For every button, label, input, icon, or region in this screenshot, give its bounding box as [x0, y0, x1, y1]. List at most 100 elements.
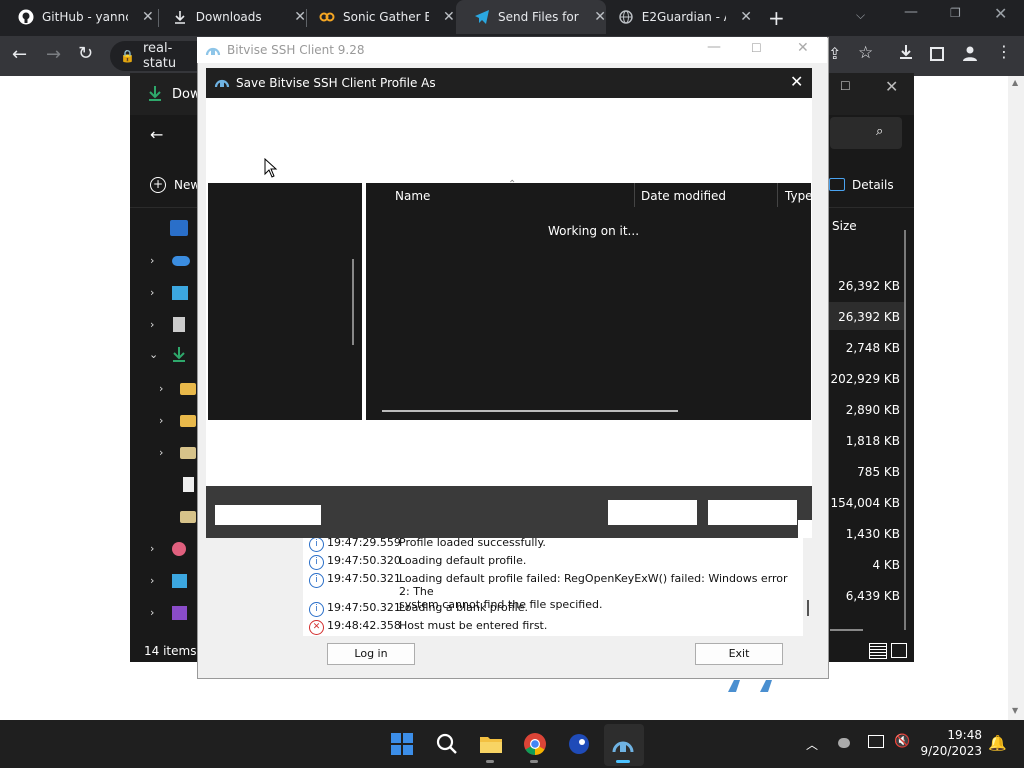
chevron-right-icon[interactable]: ›: [159, 446, 163, 459]
file-explorer-taskbar-icon[interactable]: [475, 728, 507, 760]
reload-icon[interactable]: ↻: [78, 43, 93, 64]
scroll-down-icon[interactable]: ▼: [1012, 706, 1018, 715]
back-arrow-icon[interactable]: ←: [12, 44, 27, 65]
notification-bell-icon[interactable]: 🔔: [988, 734, 1007, 752]
chevron-down-icon[interactable]: ⌄: [149, 348, 158, 361]
close-window-icon[interactable]: ✕: [994, 4, 1007, 23]
bitvise-taskbar-icon[interactable]: [607, 728, 639, 760]
chevron-right-icon[interactable]: ›: [150, 574, 154, 587]
profile-icon[interactable]: [962, 45, 978, 64]
close-window-icon[interactable]: ✕: [797, 40, 809, 56]
cancel-button[interactable]: [708, 500, 797, 525]
chevron-down-icon[interactable]: ⌵: [856, 8, 865, 23]
log-message: Profile loaded successfully.: [399, 536, 546, 549]
column-date-modified[interactable]: Date modified: [641, 189, 726, 203]
column-divider: [634, 183, 635, 207]
maximize-icon[interactable]: ☐: [840, 79, 851, 93]
dialog-title: Save Bitvise SSH Client Profile As: [236, 76, 436, 90]
tab-label: Sonic Gather Ba: [343, 10, 429, 24]
close-icon[interactable]: ✕: [740, 9, 752, 25]
log-time: 19:47:50.320: [327, 554, 401, 567]
column-type[interactable]: Type: [785, 189, 813, 203]
login-button[interactable]: Log in: [327, 643, 415, 665]
start-button[interactable]: [386, 728, 418, 760]
bitvise-logo-fragment: [726, 678, 784, 694]
explorer-scrollbar[interactable]: [904, 230, 906, 630]
chevron-right-icon[interactable]: ›: [150, 286, 154, 299]
scroll-up-icon[interactable]: ▲: [1012, 78, 1018, 87]
display-icon[interactable]: [868, 735, 884, 748]
new-tab-icon[interactable]: +: [768, 6, 785, 30]
minimize-icon[interactable]: —: [707, 39, 721, 55]
share-icon[interactable]: ⇪: [828, 44, 841, 63]
address-bar[interactable]: 🔒 real-statu: [110, 41, 198, 71]
sonic-app-icon[interactable]: [563, 728, 595, 760]
chevron-right-icon[interactable]: ›: [150, 318, 154, 331]
page-scrollbar[interactable]: ▲ ▼: [1008, 76, 1024, 720]
save-button[interactable]: [608, 500, 697, 525]
sonic-gather-icon: [319, 9, 335, 25]
globe-icon: [618, 9, 634, 25]
file-size: 2,890 KB: [845, 403, 900, 417]
tab-downloads[interactable]: Downloads ✕: [154, 0, 306, 34]
maximize-icon[interactable]: ☐: [751, 41, 762, 55]
close-window-icon[interactable]: ✕: [885, 77, 898, 96]
close-icon[interactable]: ✕: [142, 9, 154, 25]
loading-status: Working on it...: [548, 224, 640, 238]
chevron-right-icon[interactable]: ›: [150, 254, 154, 267]
side-panel-icon[interactable]: [930, 47, 944, 61]
chevron-right-icon[interactable]: ›: [150, 606, 154, 619]
item-count: 14 items: [144, 644, 197, 658]
running-indicator: [486, 760, 494, 763]
details-button[interactable]: Details: [852, 178, 894, 192]
clock[interactable]: 19:48 9/20/2023: [920, 728, 982, 762]
dialog-file-list[interactable]: ⌃ Name Date modified Type Working on it.…: [366, 179, 813, 420]
column-divider: [777, 183, 778, 207]
tab-sonic-gather[interactable]: Sonic Gather Ba ✕: [301, 0, 456, 34]
forward-arrow-icon[interactable]: →: [46, 44, 61, 65]
info-icon: i: [309, 602, 324, 617]
column-name[interactable]: Name: [395, 189, 430, 203]
chevron-right-icon[interactable]: ›: [159, 414, 163, 427]
download-icon[interactable]: [898, 44, 914, 63]
close-icon[interactable]: ✕: [443, 9, 455, 25]
log-scrollbar[interactable]: [807, 600, 809, 616]
zip-folder-icon: [180, 447, 196, 459]
info-icon: i: [309, 573, 324, 588]
bitvise-title: Bitvise SSH Client 9.28: [227, 43, 365, 57]
details-pane-icon: [829, 178, 845, 191]
active-indicator: [616, 760, 630, 763]
tab-send-files[interactable]: Send Files for Fr ✕: [456, 0, 606, 34]
maximize-icon[interactable]: ❐: [950, 6, 961, 20]
details-view-icon[interactable]: [869, 643, 887, 659]
folder-icon: [180, 383, 196, 395]
search-icon[interactable]: [431, 728, 463, 760]
chevron-right-icon[interactable]: ›: [159, 382, 163, 395]
tiles-view-icon[interactable]: [891, 643, 907, 658]
tab-github[interactable]: GitHub - yannca ✕: [0, 0, 158, 34]
more-menu-icon[interactable]: ⋮: [996, 42, 1012, 61]
chevron-right-icon[interactable]: ›: [150, 542, 154, 555]
nav-scrollbar[interactable]: [352, 259, 354, 345]
onedrive-tray-icon[interactable]: [838, 738, 850, 748]
explorer-search-box[interactable]: ⌕: [830, 117, 902, 149]
hide-folders-button[interactable]: [215, 505, 321, 525]
dialog-navigation-pane[interactable]: [208, 183, 362, 420]
close-icon[interactable]: ✕: [790, 72, 803, 91]
exit-button[interactable]: Exit: [695, 643, 783, 665]
size-column-header[interactable]: Size: [832, 219, 857, 233]
list-horizontal-scrollbar[interactable]: [382, 410, 678, 412]
horizontal-scrollbar[interactable]: [830, 629, 863, 631]
tray-chevron-up-icon[interactable]: ︿: [806, 736, 818, 753]
resize-grip[interactable]: [798, 520, 812, 538]
log-entry: i 19:47:50.320 Loading default profile.: [303, 554, 526, 570]
chrome-icon[interactable]: [519, 728, 551, 760]
speaker-muted-icon[interactable]: 🔇: [894, 734, 910, 749]
bookmark-star-icon[interactable]: ☆: [858, 43, 873, 63]
log-message: Loading a blank profile.: [399, 601, 528, 614]
minimize-icon[interactable]: —: [904, 4, 918, 20]
explorer-back-icon[interactable]: ←: [150, 125, 163, 144]
videos-icon: [172, 606, 187, 620]
tab-label: Send Files for Fr: [498, 10, 580, 24]
tab-e2guardian[interactable]: E2Guardian - Ar ✕: [600, 0, 752, 34]
